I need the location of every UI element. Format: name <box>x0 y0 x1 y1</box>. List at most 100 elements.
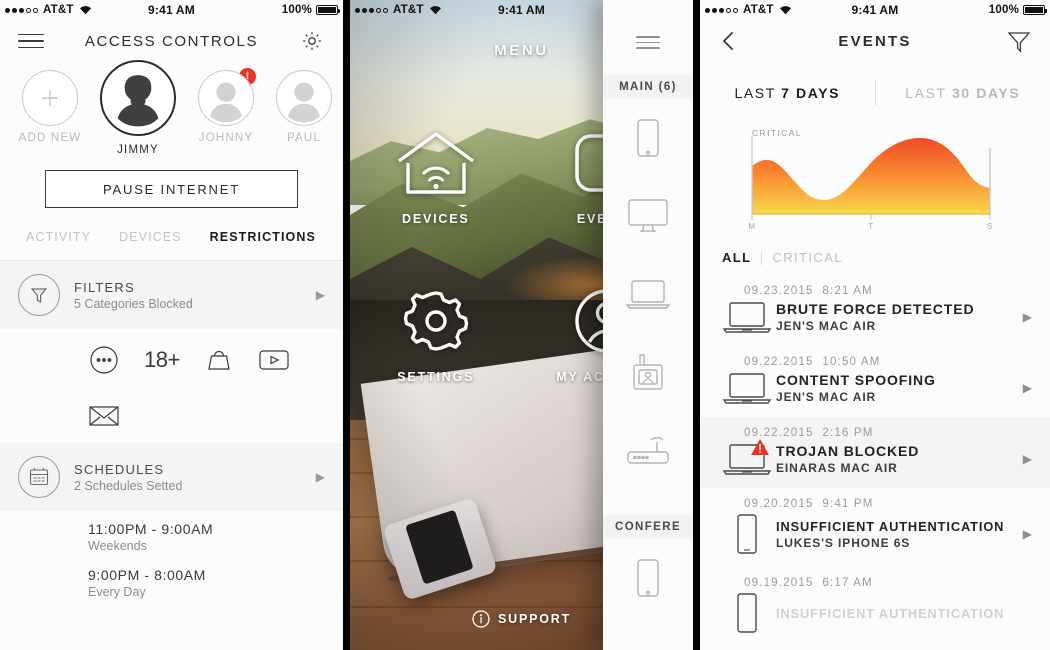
severity-filter-bar[interactable]: ALL CRITICAL <box>700 238 1050 275</box>
event-time: 8:21 AM <box>822 285 873 297</box>
filter-all[interactable]: ALL <box>722 250 751 265</box>
device-group-conference-label: CONFERE <box>603 514 693 539</box>
ellipsis-icon[interactable] <box>88 343 120 377</box>
tab-bar[interactable]: ACTIVITY DEVICES RESTRICTIONS STATS <box>0 214 343 260</box>
schedules-text: SCHEDULES 2 Schedules Setted <box>74 462 182 493</box>
range-value: 7 DAYS <box>781 85 841 101</box>
table-row[interactable]: 09.20.2015 9:41 PM INSUFFICIENT AUTHENTI… <box>700 488 1050 567</box>
drawer-device-laptop[interactable] <box>603 255 693 333</box>
avatar <box>276 70 332 126</box>
filter-category-icons[interactable]: 18+ <box>0 329 343 443</box>
laptop-icon <box>718 439 776 476</box>
event-timestamp: 09.22.2015 2:16 PM <box>744 427 1032 439</box>
schedules-row[interactable]: SCHEDULES 2 Schedules Setted ▶ <box>0 443 343 511</box>
phone-icon <box>718 513 776 555</box>
tab-activity[interactable]: ACTIVITY <box>12 230 105 244</box>
event-title: BRUTE FORCE DETECTED <box>776 301 975 317</box>
table-row[interactable]: 09.22.2015 10:50 AM CONTENT SPOOFING JEN… <box>700 346 1050 417</box>
menu-item-settings[interactable]: SETTINGS <box>350 286 522 384</box>
chevron-right-icon[interactable]: ▶ <box>1023 452 1032 466</box>
schedule-time: 11:00PM - 9:00AM <box>88 521 214 537</box>
event-device: JEN'S MAC AIR <box>776 319 877 333</box>
chart-tick-m: M <box>748 222 756 231</box>
table-row[interactable]: 09.22.2015 2:16 PM TROJAN BLOCKED EINARA… <box>700 417 1050 488</box>
gear-icon[interactable] <box>299 28 325 54</box>
drawer-device-router[interactable] <box>603 411 693 489</box>
range-tabs[interactable]: LAST 7 DAYS LAST 30 DAYS <box>700 62 1050 116</box>
avatar-jimmy[interactable]: JIMMY <box>96 60 180 156</box>
event-time: 9:41 PM <box>822 498 874 510</box>
chevron-left-icon[interactable] <box>718 29 738 53</box>
calendar-icon <box>18 456 60 498</box>
event-body: CONTENT SPOOFING JEN'S MAC AIR ▶ <box>718 371 1032 405</box>
battery-icon <box>316 5 340 15</box>
filter-critical[interactable]: CRITICAL <box>772 250 842 265</box>
events-navbar: EVENTS <box>700 20 1050 62</box>
status-bar-time: 9:41 AM <box>851 3 899 17</box>
panel-events: AT&T 9:41 AM 100% EVENTS LAST 7 DAYS LAS… <box>700 0 1050 650</box>
range-prefix: LAST <box>905 85 952 101</box>
chevron-right-icon[interactable]: ▶ <box>316 288 325 302</box>
event-body: TROJAN BLOCKED EINARAS MAC AIR ▶ <box>718 439 1032 476</box>
envelope-icon[interactable] <box>88 399 343 433</box>
avatar-johnny[interactable]: ! JOHNNY <box>194 68 258 144</box>
warning-icon <box>750 438 770 456</box>
avatar-label: JOHNNY <box>198 132 254 144</box>
event-title: CONTENT SPOOFING <box>776 372 936 388</box>
event-date: 09.20.2015 <box>744 498 814 510</box>
pause-internet-button[interactable]: PAUSE INTERNET <box>45 170 298 208</box>
add-new-icon <box>22 70 78 126</box>
tab-last-30-days[interactable]: LAST 30 DAYS <box>876 85 1050 101</box>
age-rating-icon[interactable]: 18+ <box>144 343 180 377</box>
hamburger-icon[interactable] <box>636 36 660 49</box>
video-player-icon[interactable] <box>258 343 290 377</box>
funnel-icon[interactable] <box>1006 28 1032 54</box>
event-date: 09.19.2015 <box>744 577 814 589</box>
event-body: BRUTE FORCE DETECTED JEN'S MAC AIR ▶ <box>718 300 1032 334</box>
event-device: EINARAS MAC AIR <box>776 461 898 475</box>
chevron-right-icon[interactable]: ▶ <box>1023 527 1032 541</box>
schedules-title: SCHEDULES <box>74 461 165 477</box>
events-chart: CRITICAL M T S <box>700 116 1050 238</box>
avatar-label: JIMMY <box>117 144 159 156</box>
tab-last-7-days[interactable]: LAST 7 DAYS <box>700 85 875 101</box>
access-navbar: ACCESS CONTROLS <box>0 20 343 62</box>
laptop-icon <box>718 300 776 334</box>
tab-restrictions[interactable]: RESTRICTIONS <box>196 230 330 244</box>
drawer-device-phone-2[interactable] <box>603 539 693 617</box>
avatar-paul[interactable]: PAUL <box>272 70 336 144</box>
drawer-device-baby-monitor[interactable] <box>603 333 693 411</box>
filters-title: FILTERS <box>74 279 135 295</box>
house-wifi-icon <box>350 128 522 198</box>
avatar-strip[interactable]: ADD NEW JIMMY ! JOHNNY PAUL <box>0 60 343 156</box>
event-timestamp: 09.22.2015 10:50 AM <box>744 356 1032 368</box>
event-timestamp: 09.19.2015 6:17 AM <box>744 577 1032 589</box>
event-meta: BRUTE FORCE DETECTED JEN'S MAC AIR <box>776 301 1017 333</box>
filters-row[interactable]: FILTERS 5 Categories Blocked ▶ <box>0 261 343 329</box>
avatar-label: ADD NEW <box>18 132 82 144</box>
menu-item-devices[interactable]: DEVICES <box>350 128 522 226</box>
list-item[interactable]: 11:00PM - 9:00AM Weekends <box>88 521 343 553</box>
table-row[interactable]: 09.23.2015 8:21 AM BRUTE FORCE DETECTED … <box>700 275 1050 346</box>
drawer-device-desktop[interactable] <box>603 177 693 255</box>
drawer-device-phone[interactable] <box>603 99 693 177</box>
avatar-add-new[interactable]: ADD NEW <box>18 70 82 144</box>
chart-x-tick-labels: M T S <box>744 222 1006 238</box>
shopping-bag-icon[interactable] <box>204 343 234 377</box>
list-item[interactable]: 9:00PM - 8:00AM Every Day <box>88 567 343 599</box>
table-row[interactable]: 09.19.2015 6:17 AM INSUFFICIENT AUTHENTI… <box>700 567 1050 634</box>
menu-item-label: DEVICES <box>402 212 470 226</box>
tab-stats[interactable]: STATS <box>330 230 343 244</box>
event-device: JEN'S MAC AIR <box>776 390 877 404</box>
event-date: 09.23.2015 <box>744 285 814 297</box>
chevron-right-icon[interactable]: ▶ <box>1023 381 1032 395</box>
chart-annotation-text: CRITICAL <box>752 128 802 138</box>
event-meta: INSUFFICIENT AUTHENTICATION LUKES'S IPHO… <box>776 519 1017 550</box>
tab-devices[interactable]: DEVICES <box>105 230 196 244</box>
chevron-right-icon[interactable]: ▶ <box>1023 310 1032 324</box>
hamburger-icon[interactable] <box>18 29 44 54</box>
chart-tick-s: S <box>987 222 993 231</box>
chevron-right-icon[interactable]: ▶ <box>316 470 325 484</box>
battery-icon <box>1023 5 1047 15</box>
device-drawer[interactable]: MAIN (6) CONFERE <box>603 0 693 650</box>
